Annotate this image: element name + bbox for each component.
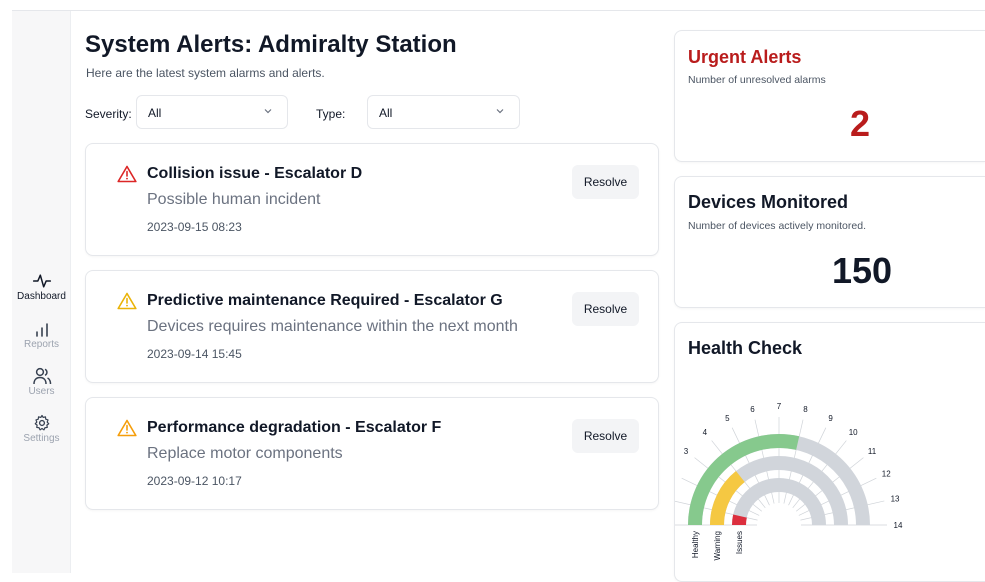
alert-card: Performance degradation - Escalator F Re… <box>85 397 659 510</box>
alert-description: Possible human incident <box>147 191 321 208</box>
resolve-button[interactable]: Resolve <box>572 165 639 199</box>
sidebar-item-users[interactable]: Users <box>12 367 71 397</box>
sidebar-item-dashboard[interactable]: Dashboard <box>12 272 71 302</box>
sidebar-item-settings[interactable]: Settings <box>12 414 71 444</box>
alert-timestamp: 2023-09-12 10:17 <box>147 474 242 488</box>
severity-select-value: All <box>148 106 162 120</box>
chart-tick-label: 10 <box>849 428 858 437</box>
chart-tick-label: 11 <box>868 447 877 456</box>
sidebar-item-label: Settings <box>23 433 60 444</box>
devices-monitored-card: Devices Monitored Number of devices acti… <box>674 176 985 308</box>
warning-icon <box>117 165 137 183</box>
severity-filter-label: Severity: <box>85 107 132 121</box>
alert-title: Collision issue - Escalator D <box>147 165 363 182</box>
alert-timestamp: 2023-09-14 15:45 <box>147 347 242 361</box>
page-title: System Alerts: Admiralty Station <box>85 31 457 58</box>
devices-monitored-subtitle: Number of devices actively monitored. <box>688 220 866 232</box>
bar-chart-icon <box>35 323 48 337</box>
chart-tick-label: 8 <box>803 405 808 414</box>
sidebar: Dashboard Reports Users Settings <box>12 11 71 573</box>
resolve-button[interactable]: Resolve <box>572 292 639 326</box>
type-select-value: All <box>379 106 393 120</box>
resolve-button[interactable]: Resolve <box>572 419 639 453</box>
chart-tick-label: 5 <box>725 414 730 423</box>
chart-tick-label: 9 <box>828 414 833 423</box>
health-check-chart: 01234567891011121314HealthyWarningIssues <box>675 402 903 561</box>
urgent-alerts-count: 2 <box>850 103 871 144</box>
devices-monitored-count: 150 <box>832 250 893 291</box>
alert-card: Collision issue - Escalator D Possible h… <box>85 143 659 256</box>
urgent-alerts-subtitle: Number of unresolved alarms <box>688 74 826 86</box>
chart-bar-issues <box>731 514 747 526</box>
alert-title: Performance degradation - Escalator F <box>147 419 442 436</box>
chart-tick-label: 3 <box>684 447 689 456</box>
alert-card: Predictive maintenance Required - Escala… <box>85 270 659 383</box>
chart-tick-label: 4 <box>703 428 708 437</box>
urgent-alerts-card: Urgent Alerts Number of unresolved alarm… <box>674 30 985 162</box>
chart-series-label: Healthy <box>691 531 700 558</box>
chart-tick-label: 6 <box>750 405 755 414</box>
type-filter-label: Type: <box>316 107 346 121</box>
warning-icon <box>117 292 137 310</box>
gear-icon <box>34 414 49 431</box>
chart-track-issues <box>732 478 826 526</box>
devices-monitored-title: Devices Monitored <box>688 192 849 212</box>
chart-tick-label: 13 <box>891 495 900 504</box>
page-subtitle: Here are the latest system alarms and al… <box>86 66 325 80</box>
chart-tick-label: 12 <box>882 469 891 478</box>
health-check-card: Health Check 01234567891011121314Healthy… <box>674 322 985 582</box>
severity-select[interactable]: All <box>136 95 288 129</box>
users-icon <box>32 367 51 385</box>
activity-icon <box>32 274 51 288</box>
alert-description: Replace motor components <box>147 445 343 462</box>
sidebar-item-label: Users <box>28 386 55 397</box>
chart-tick-label: 7 <box>777 402 782 411</box>
sidebar-item-label: Dashboard <box>17 291 66 302</box>
chevron-down-icon <box>264 109 272 114</box>
alert-timestamp: 2023-09-15 08:23 <box>147 220 242 234</box>
sidebar-item-reports[interactable]: Reports <box>12 322 71 350</box>
chart-tick-label: 14 <box>894 521 903 530</box>
chevron-down-icon <box>496 109 504 114</box>
chart-series-label: Issues <box>735 531 744 554</box>
warning-icon <box>117 419 137 437</box>
sidebar-item-label: Reports <box>23 339 59 350</box>
chart-series-label: Warning <box>713 531 722 561</box>
urgent-alerts-title: Urgent Alerts <box>688 47 802 67</box>
alert-description: Devices requires maintenance within the … <box>147 318 518 335</box>
alert-title: Predictive maintenance Required - Escala… <box>147 292 503 309</box>
type-select[interactable]: All <box>367 95 520 129</box>
